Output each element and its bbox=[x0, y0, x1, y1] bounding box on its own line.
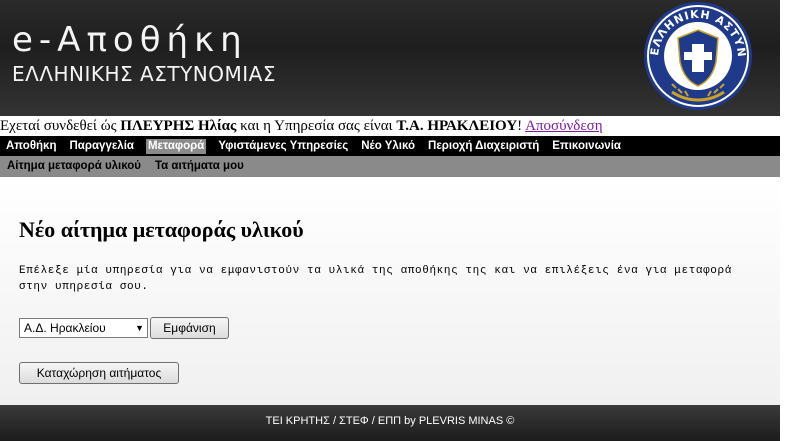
dropdown-arrow-icon: ▼ bbox=[135, 323, 144, 333]
unit-select-value: Α.Δ. Ηρακλείου bbox=[24, 321, 106, 335]
nav-item-contact[interactable]: Επικοινωνία bbox=[546, 136, 628, 156]
subnav-item-transfer-request[interactable]: Αίτημα μεταφορά υλικού bbox=[0, 156, 148, 177]
login-middle: και η Υπηρεσία σας είναι bbox=[236, 118, 397, 134]
window-edge bbox=[780, 0, 788, 441]
page-title: Νέο αίτημα μεταφοράς υλικού bbox=[19, 217, 304, 242]
footer-text: ΤΕΙ ΚΡΗΤΗΣ / ΣΤΕΦ / ΕΠΠ by PLEVRIS MINAS… bbox=[265, 415, 515, 427]
site-title: e-Αποθήκη bbox=[12, 20, 248, 60]
main-content: Νέο αίτημα μεταφοράς υλικού Επέλεξε μία … bbox=[0, 177, 780, 405]
submit-request-button[interactable]: Καταχώρηση αιτήματος bbox=[19, 362, 179, 384]
login-suffix: ! bbox=[517, 118, 526, 134]
police-emblem-logo: ΕΛΛΗΝΙΚΗ ΑΣΤΥΝΟΜΙΑ bbox=[632, 0, 752, 110]
instructions-text: Επέλεξε μία υπηρεσία για να εμφανιστούν … bbox=[19, 265, 732, 293]
subnav-item-my-requests[interactable]: Τα αιτήματα μου bbox=[148, 156, 251, 177]
site-header: e-Αποθήκη ΕΛΛΗΝΙΚΗΣ ΑΣΤΥΝΟΜΙΑΣ ΕΛΛΗΝΙΚΗ … bbox=[0, 0, 780, 116]
nav-item-new-material[interactable]: Νέο Υλικό bbox=[355, 136, 422, 156]
nav-item-transfer[interactable]: Μεταφορά bbox=[145, 138, 207, 154]
show-button[interactable]: Εμφάνιση bbox=[150, 317, 229, 339]
login-status-bar: Εχεταί συνδεθεί ώς ΠΛΕΥΡΗΣ Ηλίας και η Υ… bbox=[0, 116, 780, 136]
sub-nav: Αίτημα μεταφορά υλικού Τα αιτήματα μου bbox=[0, 156, 780, 177]
nav-item-warehouse[interactable]: Αποθήκη bbox=[0, 136, 64, 156]
site-subtitle: ΕΛΛΗΝΙΚΗΣ ΑΣΤΥΝΟΜΙΑΣ bbox=[12, 62, 276, 86]
login-user: ΠΛΕΥΡΗΣ Ηλίας bbox=[120, 118, 237, 134]
site-footer: ΤΕΙ ΚΡΗΤΗΣ / ΣΤΕΦ / ΕΠΠ by PLEVRIS MINAS… bbox=[0, 405, 780, 441]
login-prefix: Εχεταί συνδεθεί ώς bbox=[0, 118, 121, 134]
nav-item-admin-area[interactable]: Περιοχή Διαχειριστή bbox=[422, 136, 546, 156]
login-unit: Τ.Α. ΗΡΑΚΛΕΙΟΥ bbox=[396, 118, 518, 134]
main-nav: Αποθήκη Παραγγελία Μεταφορά Υφιστάμενες … bbox=[0, 136, 780, 156]
logout-link[interactable]: Αποσύνδεση bbox=[525, 118, 603, 134]
unit-select[interactable]: Α.Δ. Ηρακλείου ▼ bbox=[19, 318, 148, 338]
nav-item-order[interactable]: Παραγγελία bbox=[64, 136, 141, 156]
nav-item-existing-units[interactable]: Υφιστάμενες Υπηρεσίες bbox=[212, 136, 355, 156]
